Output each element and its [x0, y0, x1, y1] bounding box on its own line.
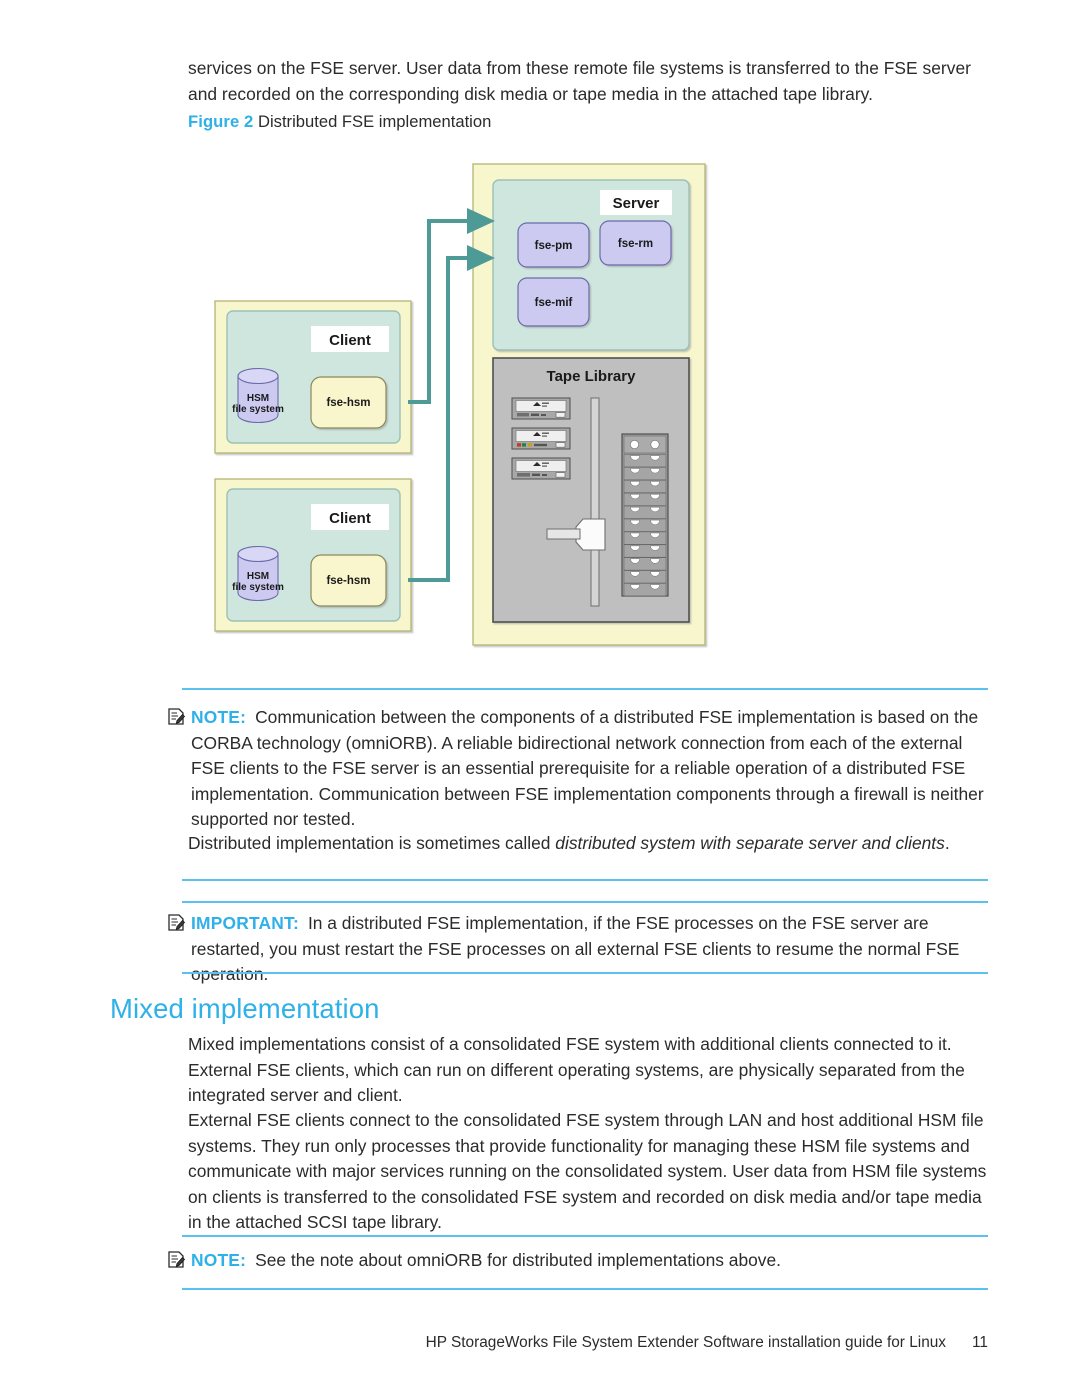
server-title: Server: [613, 195, 660, 212]
rule-note-bottom: [182, 879, 988, 881]
note-text: See the note about omniORB for distribut…: [255, 1250, 781, 1270]
alias-trail: .: [944, 833, 950, 853]
magazine-slot-row: [623, 505, 667, 519]
figure-caption-text: Distributed FSE implementation: [257, 112, 492, 131]
cartridge-magazine: [621, 433, 669, 597]
magazine-slot-row: [623, 570, 667, 584]
process-label-fse-hsm-2: fse-hsm: [326, 575, 370, 587]
rule-note-mixed-bottom: [182, 1288, 988, 1290]
page-title: Mixed implementation: [110, 993, 380, 1024]
note-keyword: NOTE:: [191, 1250, 247, 1270]
magazine-slot-row: [623, 492, 667, 506]
page-number: 11: [972, 1334, 988, 1351]
magazine-slot-row: [623, 454, 667, 468]
magazine-slot-row: [623, 583, 667, 597]
important-icon: [168, 914, 185, 931]
client-box-2: Client HSM file system fse-hsm: [214, 478, 412, 632]
tape-library-title: Tape Library: [547, 368, 637, 385]
mixed-paragraph-1: Mixed implementations consist of a conso…: [188, 1034, 965, 1106]
hsm-label-line2-2: file system: [232, 582, 284, 593]
hsm-label-line2-1: file system: [232, 404, 284, 415]
note-body-mixed: NOTE: See the note about omniORB for dist…: [191, 1248, 991, 1274]
rule-important-top: [182, 901, 988, 903]
tape-library-box: Tape Library: [492, 357, 690, 623]
document-page: services on the FSE server. User data fr…: [0, 0, 1080, 1397]
magazine-slot-row: [623, 544, 667, 558]
page-footer: HP StorageWorks File System Extender Sof…: [188, 1334, 988, 1352]
process-box-fse-rm: fse-rm: [599, 220, 672, 266]
note-keyword: NOTE:: [191, 707, 247, 727]
tape-drive: [511, 397, 571, 420]
process-label-fse-rm: fse-rm: [618, 238, 653, 250]
magazine-slot-row: [623, 479, 667, 493]
important-body: IMPORTANT: In a distributed FSE implement…: [191, 911, 991, 988]
distributed-fse-diagram: Server fse-pm fse-rm fse-mif Tape Librar…: [205, 158, 725, 658]
note-body-distributed: NOTE: Communication between the component…: [191, 705, 991, 833]
client-box-1: Client HSM file system fse-hsm: [214, 300, 412, 454]
process-box-fse-mif: fse-mif: [517, 277, 590, 327]
rule-note-top: [182, 688, 988, 690]
magazine-slot-row: [623, 518, 667, 532]
hsm-filesystem-2: HSM file system: [232, 545, 284, 602]
mixed-paragraph-2: External FSE clients connect to the cons…: [188, 1110, 987, 1233]
distributed-alias-paragraph: Distributed implementation is sometimes …: [188, 831, 988, 857]
process-box-fse-hsm-2: fse-hsm: [310, 554, 387, 607]
intro-paragraph: services on the FSE server. User data fr…: [188, 58, 971, 104]
note-block-distributed: NOTE: Communication between the component…: [167, 705, 991, 833]
footer-title: HP StorageWorks File System Extender Sof…: [425, 1334, 947, 1351]
server-box: Server fse-pm fse-rm fse-mif: [492, 179, 690, 351]
note-icon: [168, 708, 185, 725]
magazine-slot-row: [623, 467, 667, 481]
hsm-label-line1-2: HSM: [247, 571, 269, 582]
rule-note-mixed-top: [182, 1235, 988, 1237]
process-label-fse-pm: fse-pm: [535, 240, 573, 252]
robot-rail: [590, 397, 600, 607]
alias-italic: distributed system with separate server …: [555, 833, 945, 853]
hsm-label-line1-1: HSM: [247, 393, 269, 404]
important-keyword: IMPORTANT:: [191, 913, 299, 933]
magazine-slot-row: [623, 531, 667, 545]
process-label-fse-mif: fse-mif: [535, 297, 573, 309]
figure-label: Figure 2: [188, 112, 254, 131]
tape-drive: [511, 427, 571, 450]
server-system-container: Server fse-pm fse-rm fse-mif Tape Librar…: [472, 163, 706, 646]
magazine-slot-row: [623, 557, 667, 571]
note-icon: [168, 1251, 185, 1268]
note-text: Communication between the components of …: [191, 707, 984, 830]
process-label-fse-hsm-1: fse-hsm: [326, 397, 370, 409]
process-box-fse-hsm-1: fse-hsm: [310, 376, 387, 429]
hsm-filesystem-1: HSM file system: [232, 367, 284, 424]
client-title-1: Client: [329, 332, 371, 349]
note-block-mixed: NOTE: See the note about omniORB for dist…: [167, 1248, 991, 1274]
process-box-fse-pm: fse-pm: [517, 222, 590, 268]
tape-drive: [511, 457, 571, 480]
important-block: IMPORTANT: In a distributed FSE implement…: [167, 911, 991, 988]
client-title-2: Client: [329, 510, 371, 527]
rule-important-bottom: [182, 972, 988, 974]
alias-lead: Distributed implementation is sometimes …: [188, 833, 556, 853]
figure-caption: Figure 2 Distributed FSE implementation: [188, 110, 988, 134]
